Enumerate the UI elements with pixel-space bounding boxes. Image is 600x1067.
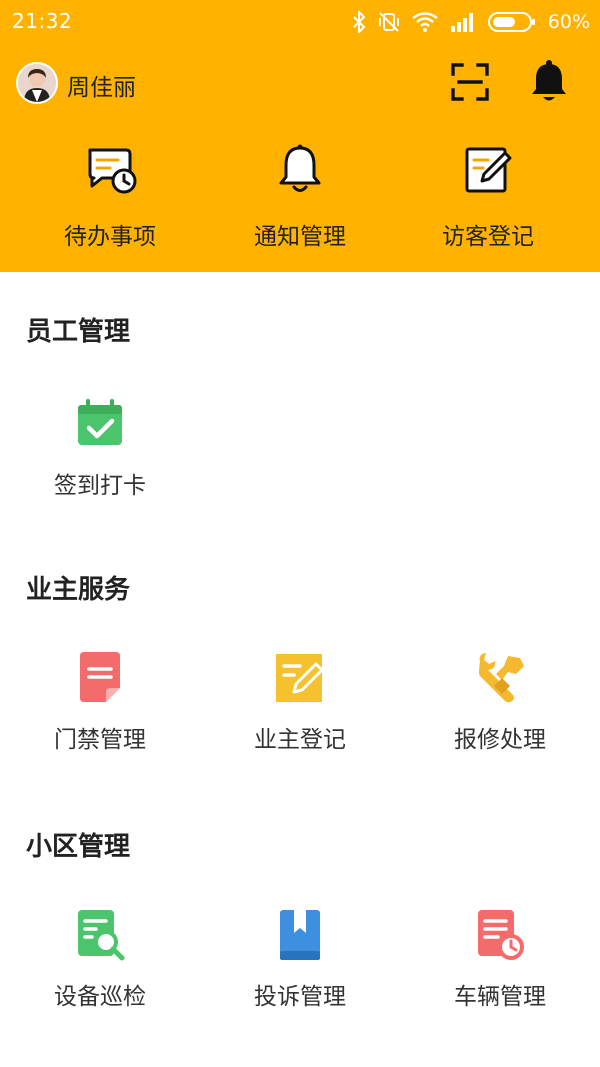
status-time: 21:32 — [12, 9, 73, 33]
inspect-search-icon — [72, 907, 128, 963]
tile-label: 业主登记 — [254, 727, 346, 753]
avatar[interactable] — [16, 62, 58, 104]
tile-label: 设备巡检 — [54, 984, 146, 1010]
tile-label: 报修处理 — [454, 727, 546, 753]
user-name: 周佳丽 — [67, 75, 136, 101]
tile-checkin[interactable]: 签到打卡 — [0, 396, 200, 516]
tile-label: 车辆管理 — [454, 984, 546, 1010]
user-bar: 周佳丽 — [0, 58, 600, 108]
edit-note-icon — [458, 140, 518, 200]
quick-action-label: 访客登记 — [442, 224, 534, 250]
tile-equipment-inspection[interactable]: 设备巡检 — [0, 907, 200, 1027]
bell-icon — [270, 140, 330, 200]
header-panel: 21:32 60% 周佳丽 待办事项 通知管理 访客登记 — [0, 0, 600, 272]
signal-icon — [450, 12, 476, 32]
todo-clock-icon — [80, 140, 140, 200]
battery-icon — [487, 11, 536, 33]
calendar-check-icon — [72, 396, 128, 452]
tile-label: 投诉管理 — [254, 984, 346, 1010]
document-icon — [72, 650, 128, 706]
quick-action-label: 通知管理 — [254, 224, 346, 250]
section-title-community: 小区管理 — [26, 832, 131, 862]
tile-label: 门禁管理 — [54, 727, 146, 753]
tile-owner-register[interactable]: 业主登记 — [200, 650, 400, 770]
bell-icon[interactable] — [526, 58, 572, 104]
quick-action-visitor[interactable]: 访客登记 — [388, 140, 588, 260]
edit-note-icon — [272, 650, 328, 706]
book-icon — [272, 907, 328, 963]
section-title-owner: 业主服务 — [26, 575, 131, 605]
section-title-staff: 员工管理 — [26, 317, 131, 347]
quick-action-todo[interactable]: 待办事项 — [10, 140, 210, 260]
quick-action-notice[interactable]: 通知管理 — [200, 140, 400, 260]
doc-clock-icon — [472, 907, 528, 963]
wrench-icon — [472, 650, 528, 706]
vibrate-off-icon — [378, 11, 400, 33]
tile-complaint[interactable]: 投诉管理 — [200, 907, 400, 1027]
tile-vehicle[interactable]: 车辆管理 — [400, 907, 600, 1027]
tile-label: 签到打卡 — [54, 473, 146, 499]
tile-access[interactable]: 门禁管理 — [0, 650, 200, 770]
quick-action-label: 待办事项 — [64, 224, 156, 250]
status-bar: 21:32 60% — [0, 0, 600, 44]
tile-repair[interactable]: 报修处理 — [400, 650, 600, 770]
wifi-icon — [412, 12, 438, 32]
scan-icon[interactable] — [448, 60, 492, 104]
battery-percent: 60% — [547, 11, 590, 33]
bluetooth-icon — [352, 11, 366, 33]
